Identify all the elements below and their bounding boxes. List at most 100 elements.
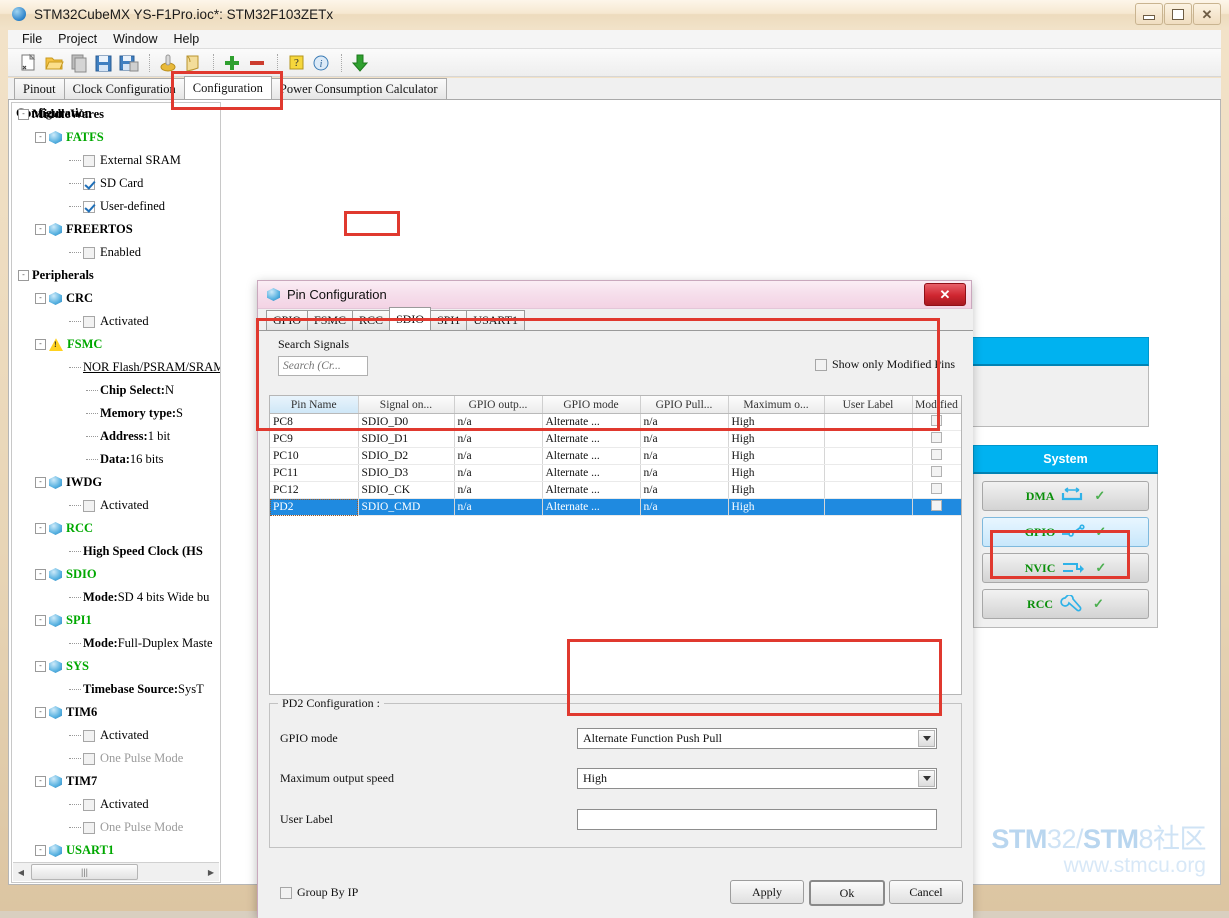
col-maximum-output[interactable]: Maximum o... — [728, 396, 824, 414]
tree-expander[interactable]: - — [35, 224, 46, 235]
cell-modified[interactable] — [912, 414, 961, 431]
show-modified-pins-checkbox[interactable]: Show only Modified Pins — [815, 357, 955, 372]
tree-expander[interactable]: - — [35, 523, 46, 534]
ok-button[interactable]: Ok — [809, 880, 885, 906]
modified-checkbox[interactable] — [931, 483, 942, 494]
about-icon[interactable]: i — [310, 52, 332, 74]
dialog-tab-rcc[interactable]: RCC — [352, 310, 390, 330]
tree-expander[interactable]: - — [35, 707, 46, 718]
gpio-mode-select[interactable]: Alternate Function Push Pull — [577, 728, 937, 749]
tree-checkbox-item[interactable]: Activated — [12, 793, 220, 816]
tree-expander[interactable]: - — [35, 615, 46, 626]
dialog-tab-spi1[interactable]: SPI1 — [430, 310, 467, 330]
system-button-dma[interactable]: DMA ✓ — [982, 481, 1149, 511]
cancel-button[interactable]: Cancel — [889, 880, 963, 904]
modified-checkbox[interactable] — [931, 415, 942, 426]
modified-checkbox[interactable] — [931, 466, 942, 477]
tree-checkbox[interactable] — [83, 201, 95, 213]
tree-item-fatfs[interactable]: -FATFS — [12, 126, 220, 149]
tree-expander[interactable]: - — [35, 339, 46, 350]
tree-expander[interactable]: - — [35, 569, 46, 580]
tree-item[interactable]: Data:16 bits — [12, 448, 220, 471]
tree-checkbox[interactable] — [83, 822, 95, 834]
tree-checkbox-item[interactable]: Enabled — [12, 241, 220, 264]
tree-horizontal-scrollbar[interactable]: ◀ ||| ▶ — [13, 862, 219, 881]
table-row[interactable]: PC8 SDIO_D0 n/a Alternate ... n/a High — [270, 414, 961, 431]
copy-icon[interactable] — [68, 52, 90, 74]
tab-configuration[interactable]: Configuration — [184, 76, 272, 99]
tree-expander[interactable]: - — [35, 845, 46, 856]
cell-modified[interactable] — [912, 431, 961, 448]
user-label-input[interactable] — [577, 809, 937, 830]
col-pin-name[interactable]: Pin Name — [270, 396, 358, 414]
system-button-rcc[interactable]: RCC ✓ — [982, 589, 1149, 619]
dialog-close-button[interactable]: ✕ — [924, 283, 966, 306]
tree-checkbox[interactable] — [83, 730, 95, 742]
table-row-selected[interactable]: PD2 SDIO_CMD n/a Alternate ... n/a High — [270, 499, 961, 516]
tree-item-tim7[interactable]: -TIM7 — [12, 770, 220, 793]
tree-item-spi1[interactable]: -SPI1 — [12, 609, 220, 632]
dialog-tab-sdio[interactable]: SDIO — [389, 307, 431, 330]
tree-expander[interactable]: - — [35, 776, 46, 787]
tree-item[interactable]: Memory type:S — [12, 402, 220, 425]
tree-checkbox[interactable] — [83, 178, 95, 190]
tree-checkbox[interactable] — [83, 753, 95, 765]
tree-expander[interactable]: - — [35, 132, 46, 143]
tree-item-sys[interactable]: -SYS — [12, 655, 220, 678]
table-row[interactable]: PC12 SDIO_CK n/a Alternate ... n/a High — [270, 482, 961, 499]
scroll-left-icon[interactable]: ◀ — [13, 864, 29, 880]
tree-checkbox-item[interactable]: Activated — [12, 724, 220, 747]
modified-checkbox[interactable] — [931, 432, 942, 443]
cell-modified[interactable] — [912, 448, 961, 465]
tree-checkbox[interactable] — [83, 500, 95, 512]
tree-checkbox-item[interactable]: Activated — [12, 494, 220, 517]
table-row[interactable]: PC11 SDIO_D3 n/a Alternate ... n/a High — [270, 465, 961, 482]
show-modified-pins-box[interactable] — [815, 359, 827, 371]
save-as-icon[interactable] — [118, 52, 140, 74]
chevron-down-icon[interactable] — [918, 770, 935, 787]
scroll-right-icon[interactable]: ▶ — [203, 864, 219, 880]
maximize-button[interactable] — [1164, 3, 1192, 25]
col-gpio-mode[interactable]: GPIO mode — [542, 396, 640, 414]
tree-expander[interactable]: - — [35, 661, 46, 672]
tab-power-consumption[interactable]: Power Consumption Calculator — [271, 78, 447, 99]
dialog-tab-usart1[interactable]: USART1 — [466, 310, 525, 330]
tree-item[interactable]: -Peripherals — [12, 264, 220, 287]
minimize-button[interactable] — [1135, 3, 1163, 25]
tree-item-sdio[interactable]: -SDIO — [12, 563, 220, 586]
zoom-out-icon[interactable] — [246, 52, 268, 74]
tree-scroll-area[interactable]: -MiddleWares-FATFSExternal SRAMSD CardUs… — [12, 103, 220, 861]
tree-checkbox[interactable] — [83, 316, 95, 328]
group-by-ip-checkbox[interactable]: Group By IP — [280, 885, 358, 900]
tree-item[interactable]: High Speed Clock (HS — [12, 540, 220, 563]
tree-checkbox[interactable] — [83, 247, 95, 259]
menu-item-window[interactable]: Window — [105, 31, 165, 47]
open-project-icon[interactable] — [43, 52, 65, 74]
tree-checkbox-item[interactable]: One Pulse Mode — [12, 816, 220, 839]
tab-clock-configuration[interactable]: Clock Configuration — [64, 78, 185, 99]
menu-item-project[interactable]: Project — [50, 31, 105, 47]
tree-item-usart1[interactable]: -USART1 — [12, 839, 220, 861]
cell-modified[interactable] — [912, 499, 961, 516]
tree-checkbox-item[interactable]: One Pulse Mode — [12, 747, 220, 770]
generate-report-icon[interactable] — [157, 52, 179, 74]
new-project-icon[interactable] — [18, 52, 40, 74]
group-by-ip-box[interactable] — [280, 887, 292, 899]
dialog-tab-gpio[interactable]: GPIO — [266, 310, 308, 330]
tree-item-fsmc[interactable]: -FSMC — [12, 333, 220, 356]
system-button-nvic[interactable]: NVIC ✓ — [982, 553, 1149, 583]
chevron-down-icon[interactable] — [918, 730, 935, 747]
tree-item[interactable]: Mode:Full-Duplex Maste — [12, 632, 220, 655]
modified-checkbox[interactable] — [931, 500, 942, 511]
tree-item-crc[interactable]: -CRC — [12, 287, 220, 310]
tree-item[interactable]: Timebase Source:SysT — [12, 678, 220, 701]
menu-item-file[interactable]: File — [14, 31, 50, 47]
modified-checkbox[interactable] — [931, 449, 942, 460]
scrollbar-thumb[interactable]: ||| — [31, 864, 138, 880]
apply-button[interactable]: Apply — [730, 880, 804, 904]
col-signal-on[interactable]: Signal on... — [358, 396, 454, 414]
tree-item[interactable]: Address:1 bit — [12, 425, 220, 448]
cell-modified[interactable] — [912, 465, 961, 482]
help-icon[interactable]: ? — [285, 52, 307, 74]
dialog-tab-fsmc[interactable]: FSMC — [307, 310, 353, 330]
